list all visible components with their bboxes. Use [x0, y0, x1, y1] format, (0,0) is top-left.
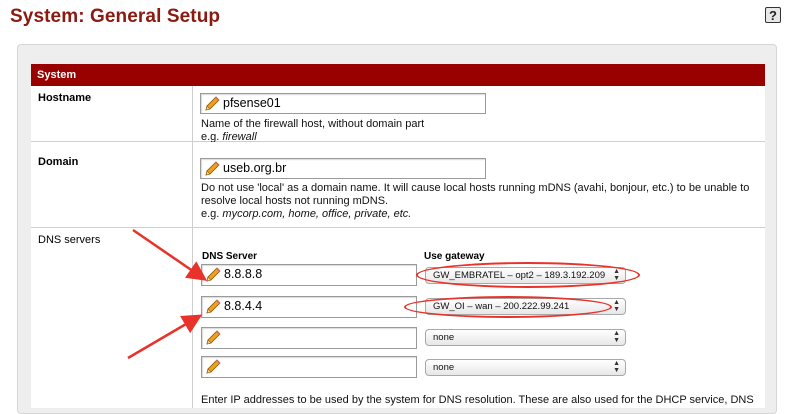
annotation-arrow-2	[127, 314, 203, 360]
annotation-arrows	[127, 228, 208, 360]
annotation-arrow-1	[132, 228, 208, 281]
